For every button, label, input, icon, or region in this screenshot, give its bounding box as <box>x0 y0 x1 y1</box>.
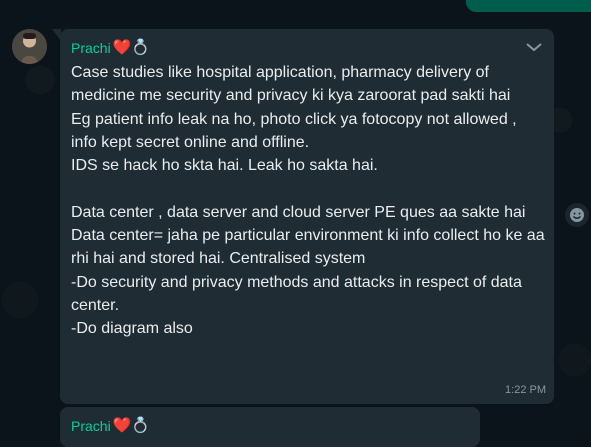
sender-emojis: ❤️💍 <box>112 39 151 56</box>
sender-emojis: ❤️💍 <box>112 417 151 434</box>
avatar-photo <box>12 29 47 64</box>
emoji-icon[interactable] <box>565 203 589 227</box>
chevron-down-icon[interactable] <box>524 38 544 56</box>
incoming-message-bubble[interactable]: Prachi ❤️💍 <box>60 407 480 447</box>
avatar[interactable] <box>12 29 47 64</box>
sender-row: Prachi ❤️💍 <box>71 38 542 58</box>
sender-row: Prachi ❤️💍 <box>71 416 469 436</box>
message-time: 1:22 PM <box>505 384 546 396</box>
sender-name[interactable]: Prachi <box>71 416 111 436</box>
emoji-icon-glyph <box>570 208 584 222</box>
message-text: Case studies like hospital application, … <box>71 64 545 338</box>
sender-name[interactable]: Prachi <box>71 38 111 58</box>
incoming-message-bubble[interactable]: Prachi ❤️💍 Case studies like hospital ap… <box>52 29 554 404</box>
outgoing-message-bubble[interactable] <box>466 0 591 12</box>
